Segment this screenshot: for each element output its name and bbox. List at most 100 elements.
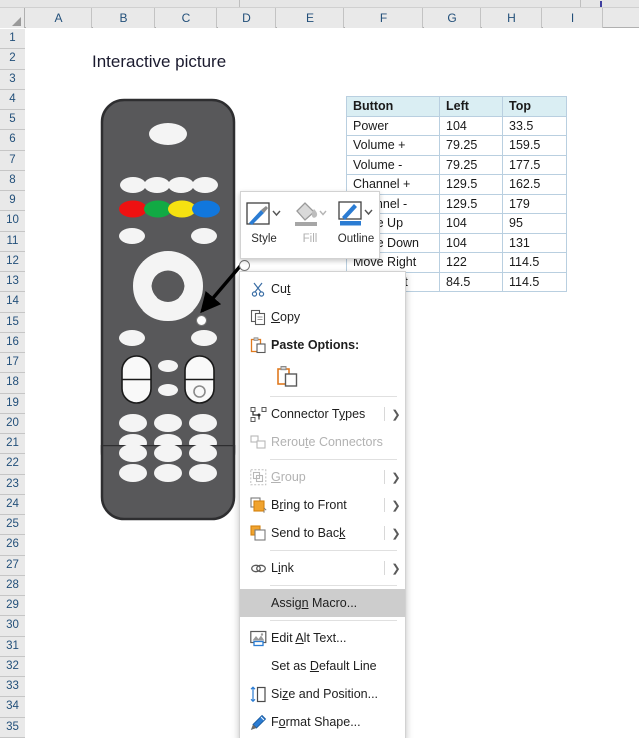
column-header-left[interactable]: Left: [439, 96, 503, 117]
row-header-1[interactable]: 1: [0, 29, 25, 50]
mini-toolbar-outline-button[interactable]: Outline: [333, 192, 379, 258]
row-header-7[interactable]: 7: [0, 150, 25, 171]
column-header-f[interactable]: F: [345, 8, 423, 28]
row-header-34[interactable]: 34: [0, 697, 25, 718]
table-cell[interactable]: 114.5: [502, 252, 567, 273]
name-box-area[interactable]: [0, 0, 240, 7]
row-header-13[interactable]: 13: [0, 272, 25, 293]
row-header-29[interactable]: 29: [0, 596, 25, 617]
table-cell[interactable]: 79.25: [439, 135, 503, 156]
select-all-corner[interactable]: [0, 8, 25, 28]
table-cell[interactable]: 114.5: [502, 271, 567, 292]
table-cell[interactable]: 104: [439, 115, 503, 136]
menu-item-set-as-default-line[interactable]: Set as Default Line: [240, 652, 405, 680]
remote-control-image[interactable]: [100, 98, 236, 476]
table-cell[interactable]: 84.5: [439, 271, 503, 292]
connector-start-handle[interactable]: [239, 260, 250, 271]
mini-toolbar-style-button[interactable]: Style: [241, 192, 287, 258]
menu-item-copy[interactable]: Copy: [240, 303, 405, 331]
table-cell[interactable]: 179: [502, 193, 567, 214]
connector-end-handle[interactable]: [196, 315, 207, 326]
row-header-5[interactable]: 5: [0, 110, 25, 131]
row-header-11[interactable]: 11: [0, 231, 25, 252]
row-header-25[interactable]: 25: [0, 515, 25, 536]
row-header-9[interactable]: 9: [0, 191, 25, 212]
table-cell[interactable]: Power: [346, 115, 440, 136]
row-header-31[interactable]: 31: [0, 636, 25, 657]
row-header-27[interactable]: 27: [0, 555, 25, 576]
row-header-8[interactable]: 8: [0, 170, 25, 192]
row-header-20[interactable]: 20: [0, 413, 25, 435]
row-header-30[interactable]: 30: [0, 616, 25, 637]
column-header-e[interactable]: E: [277, 8, 344, 28]
table-cell[interactable]: Volume -: [346, 154, 440, 175]
row-header-15[interactable]: 15: [0, 312, 25, 333]
row-header-17[interactable]: 17: [0, 353, 25, 374]
table-cell[interactable]: 104: [439, 232, 503, 253]
table-cell[interactable]: 159.5: [502, 135, 567, 156]
table-cell[interactable]: 129.5: [439, 193, 503, 214]
table-cell[interactable]: Volume +: [346, 135, 440, 156]
shape-style-icon: [245, 199, 283, 229]
row-header-3[interactable]: 3: [0, 69, 25, 90]
row-header-18[interactable]: 18: [0, 373, 25, 394]
excel-window: ABCDEFGHI 1 2 3 4 5 6 7 8 9 10 11 12 13 14 15 16 17 18 19 2…: [0, 0, 639, 738]
row-header-24[interactable]: 24: [0, 494, 25, 516]
menu-item-link[interactable]: Link ❯: [240, 554, 405, 582]
row-header-4[interactable]: 4: [0, 89, 25, 111]
menu-item-format-shape[interactable]: Format Shape...: [240, 708, 405, 736]
bring-to-front-icon: [245, 494, 271, 516]
menu-item-paste-options[interactable]: Paste Options:: [240, 331, 405, 359]
link-icon: [245, 557, 271, 579]
row-header-35[interactable]: 35: [0, 717, 25, 738]
row-header-19[interactable]: 19: [0, 393, 25, 414]
clipboard-icon: [245, 334, 271, 356]
table-cell[interactable]: 104: [439, 213, 503, 234]
table-cell[interactable]: 79.25: [439, 154, 503, 175]
column-header-g[interactable]: G: [424, 8, 481, 28]
menu-item-send-to-back[interactable]: Send to Back ❯: [240, 519, 405, 547]
row-header-32[interactable]: 32: [0, 656, 25, 678]
table-cell[interactable]: 122: [439, 252, 503, 273]
row-header-14[interactable]: 14: [0, 292, 25, 313]
column-header-i[interactable]: I: [543, 8, 603, 28]
menu-item-reroute-connectors: Reroute Connectors: [240, 428, 405, 456]
table-cell[interactable]: 162.5: [502, 174, 567, 195]
row-header-23[interactable]: 23: [0, 474, 25, 495]
row-header-10[interactable]: 10: [0, 211, 25, 232]
row-header-2[interactable]: 2: [0, 49, 25, 70]
row-header-21[interactable]: 21: [0, 434, 25, 455]
table-cell[interactable]: 33.5: [502, 115, 567, 136]
column-header-top[interactable]: Top: [502, 96, 567, 117]
menu-item-edit-alt-text[interactable]: Edit Alt Text...: [240, 624, 405, 652]
column-header-button[interactable]: Button: [346, 96, 440, 117]
menu-item-label: Size and Position...: [271, 687, 379, 701]
table-cell[interactable]: 131: [502, 232, 567, 253]
mini-toolbar-outline-label: Outline: [337, 233, 375, 245]
menu-item-size-and-position[interactable]: Size and Position...: [240, 680, 405, 708]
row-header-22[interactable]: 22: [0, 454, 25, 475]
mini-toolbar-fill-button[interactable]: Fill: [287, 192, 333, 258]
select-all-triangle-icon: [12, 17, 21, 26]
row-header-12[interactable]: 12: [0, 251, 25, 273]
table-cell[interactable]: 95: [502, 213, 567, 234]
column-header-a[interactable]: A: [26, 8, 92, 28]
menu-item-bring-to-front[interactable]: Bring to Front ❯: [240, 491, 405, 519]
formula-input-area[interactable]: [241, 0, 581, 7]
row-header-28[interactable]: 28: [0, 575, 25, 597]
column-header-c[interactable]: C: [156, 8, 217, 28]
column-header-h[interactable]: H: [482, 8, 542, 28]
row-header-26[interactable]: 26: [0, 535, 25, 556]
menu-item-assign-macro[interactable]: Assign Macro...: [240, 589, 405, 617]
row-header-33[interactable]: 33: [0, 677, 25, 698]
row-header-6[interactable]: 6: [0, 130, 25, 151]
paste-option-keep-source-formatting[interactable]: [240, 359, 405, 393]
column-header-b[interactable]: B: [93, 8, 155, 28]
table-cell[interactable]: 129.5: [439, 174, 503, 195]
menu-item-connector-types[interactable]: Connector Types ❯: [240, 400, 405, 428]
column-header-d[interactable]: D: [218, 8, 276, 28]
menu-item-label: Link: [271, 561, 294, 575]
table-cell[interactable]: 177.5: [502, 154, 567, 175]
row-header-16[interactable]: 16: [0, 332, 25, 354]
menu-item-cut[interactable]: Cut: [240, 275, 405, 303]
